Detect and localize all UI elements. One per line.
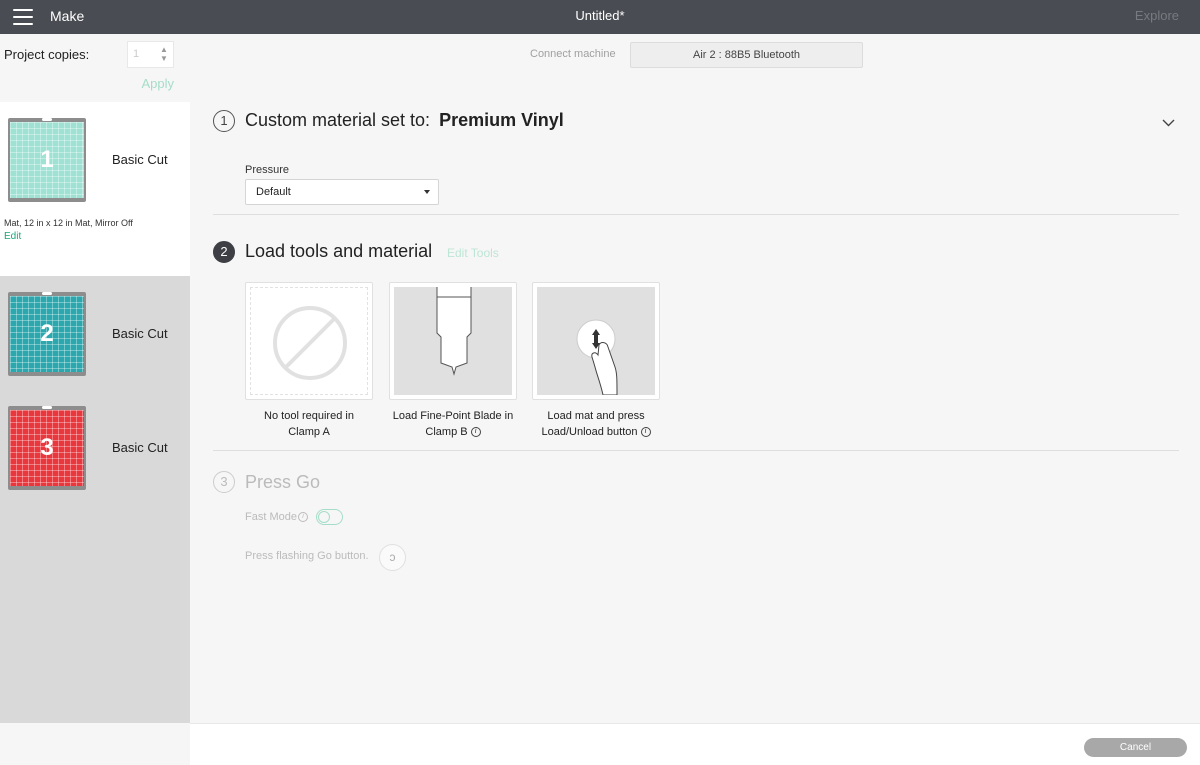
stepper-arrows-icon[interactable]: ▲ ▼ (157, 45, 171, 63)
load-mat-caption-line2: Load/Unload button (541, 426, 638, 438)
clamp-a-image (250, 287, 368, 395)
pressure-dropdown[interactable]: Default (245, 179, 439, 205)
mat-card-3[interactable]: 3 Basic Cut (0, 390, 190, 504)
info-icon[interactable]: i (640, 427, 651, 438)
main-panel: Connect machine Air 2 : 88B5 Bluetooth 1… (190, 34, 1200, 723)
sidebar-footer (0, 723, 190, 765)
mat-number: 1 (40, 146, 54, 173)
clamp-b-card (389, 282, 517, 400)
step-3-number: 3 (213, 471, 235, 493)
mat-tab-icon (42, 406, 52, 409)
mat-card-1[interactable]: 1 Basic Cut Mat, 12 in x 12 in Mat, Mirr… (0, 102, 190, 276)
no-tool-icon (273, 306, 347, 380)
press-load-button-icon (576, 319, 618, 396)
clamp-b-image (394, 287, 512, 395)
pressure-label: Pressure (245, 164, 290, 176)
mat-number: 3 (40, 434, 54, 461)
press-go-instruction: Press flashing Go button. (245, 550, 369, 562)
load-mat-caption-line1: Load mat and press (547, 410, 645, 422)
toggle-knob (318, 511, 330, 523)
explore-button[interactable]: Explore (1135, 8, 1179, 23)
connect-machine-label: Connect machine (530, 48, 616, 60)
step-1-title: Custom material set to: Premium Vinyl (245, 110, 564, 131)
project-copies-panel: Project copies: 1 ▲ ▼ Apply (0, 34, 190, 102)
mat-thumbnail-1: 1 (8, 118, 86, 202)
mat-edit-link[interactable]: Edit (4, 231, 21, 242)
menu-icon[interactable] (13, 9, 33, 25)
load-mat-image (537, 287, 655, 396)
step-3-title: Press Go (245, 472, 321, 492)
mat-sidebar: Project copies: 1 ▲ ▼ Apply 1 Basic Cut M… (0, 34, 190, 723)
clamp-a-card (245, 282, 373, 400)
fast-mode-label: Fast Mode i (245, 511, 308, 523)
clamp-b-caption: Load Fine-Point Blade in Clamp Bi (383, 408, 523, 440)
fast-mode-text: Fast Mode (245, 511, 297, 523)
machine-select-button[interactable]: Air 2 : 88B5 Bluetooth (630, 42, 863, 68)
clamp-a-caption-line2: Clamp A (288, 426, 330, 438)
project-copies-value: 1 (133, 48, 140, 60)
mat-label: Basic Cut (112, 152, 168, 167)
load-mat-card (532, 282, 660, 400)
apply-button[interactable]: Apply (141, 76, 174, 91)
step-1-number: 1 (213, 110, 235, 132)
step-2-title: Load tools and material (245, 241, 433, 261)
clamp-b-caption-line2: Clamp B (425, 426, 468, 438)
mat-card-2[interactable]: 2 Basic Cut (0, 276, 190, 390)
divider (213, 450, 1179, 451)
document-title: Untitled* (575, 8, 625, 23)
mat-tab-icon (42, 292, 52, 295)
clamp-a-caption-line1: No tool required in (264, 410, 354, 422)
go-button-icon: ↄ (379, 544, 406, 571)
project-copies-stepper[interactable]: 1 ▲ ▼ (127, 41, 174, 68)
mat-tab-icon (42, 118, 52, 121)
info-icon[interactable]: i (470, 427, 481, 438)
load-mat-caption: Load mat and press Load/Unload button i (526, 408, 666, 440)
mat-label: Basic Cut (112, 440, 168, 455)
cancel-button[interactable]: Cancel (1084, 738, 1187, 757)
top-bar: Make Untitled* Explore (0, 0, 1200, 34)
fine-point-blade-icon (436, 287, 472, 376)
mat-thumbnail-2: 2 (8, 292, 86, 376)
edit-tools-link[interactable]: Edit Tools (447, 246, 499, 260)
pressure-value: Default (256, 186, 291, 198)
caret-down-icon (424, 190, 430, 194)
mat-number: 2 (40, 320, 54, 347)
app-name: Make (50, 8, 85, 24)
divider (213, 214, 1179, 215)
project-copies-label: Project copies: (4, 47, 90, 62)
mat-thumbnail-3: 3 (8, 406, 86, 490)
material-name: Premium Vinyl (439, 110, 564, 130)
chevron-down-icon[interactable] (1162, 114, 1175, 130)
clamp-b-caption-line1: Load Fine-Point Blade in (392, 410, 514, 422)
footer-bar: Cancel (190, 723, 1200, 765)
step-2-number: 2 (213, 241, 235, 263)
clamp-a-caption: No tool required in Clamp A (239, 408, 379, 440)
mat-info: Mat, 12 in x 12 in Mat, Mirror Off (4, 218, 133, 228)
info-icon[interactable]: i (297, 512, 308, 523)
mat-label: Basic Cut (112, 326, 168, 341)
fast-mode-toggle[interactable] (316, 509, 343, 525)
step-1-title-prefix: Custom material set to: (245, 110, 431, 130)
